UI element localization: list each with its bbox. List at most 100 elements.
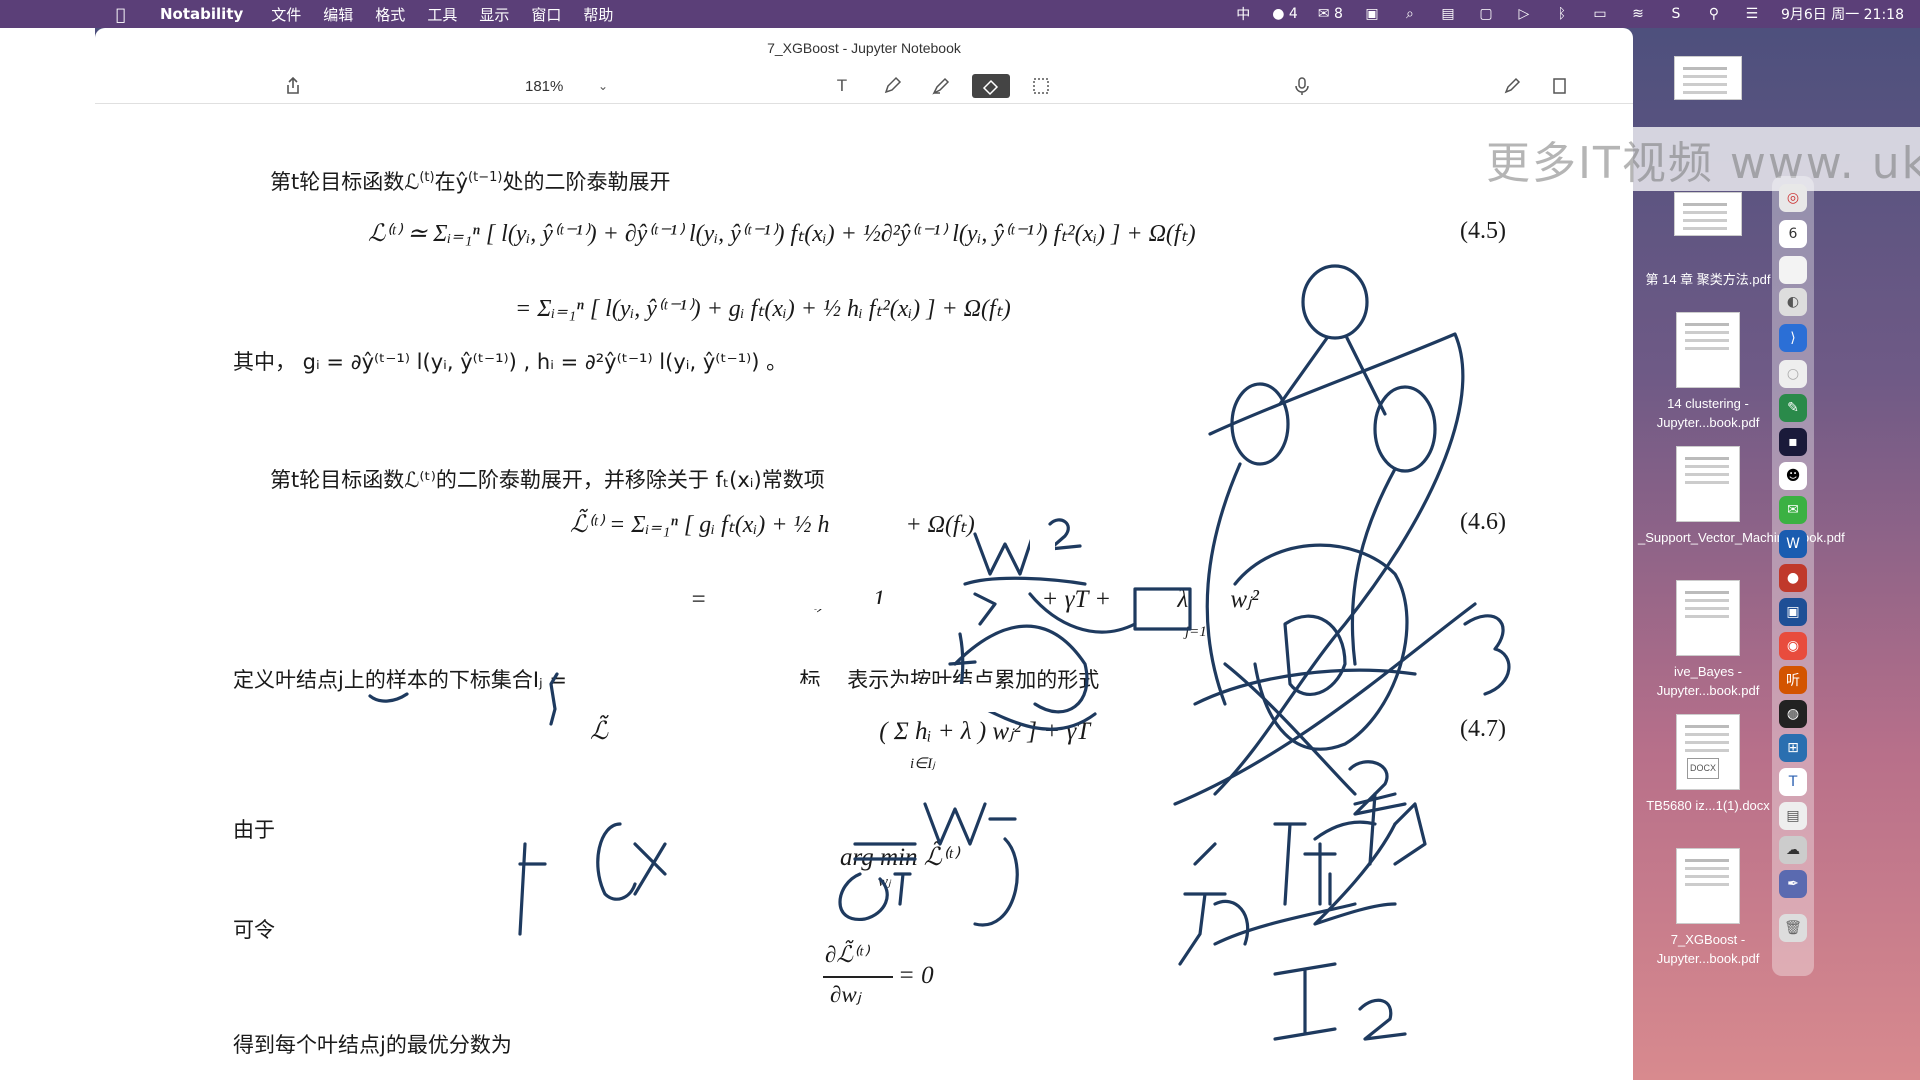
spotlight-icon[interactable]: ⚲	[1705, 6, 1723, 22]
file-thumbnail	[1674, 192, 1742, 236]
share-icon[interactable]	[281, 74, 305, 98]
microphone-icon[interactable]	[1290, 74, 1314, 98]
desktop-file-8[interactable]: 7_XGBoost - Jupyter...book.pdf	[1638, 848, 1778, 968]
preview-icon[interactable]: ▤	[1779, 802, 1807, 830]
chrome-icon[interactable]: ◎	[1779, 184, 1807, 212]
app-circle-icon[interactable]: ○	[1779, 360, 1807, 388]
where-line: 其中， gᵢ = ∂ŷ⁽ᵗ⁻¹⁾ l(yᵢ, ŷ⁽ᵗ⁻¹⁾) , hᵢ = ∂²…	[233, 350, 788, 374]
desktop-file-7[interactable]: DOCX TB5680 iz...1(1).docx	[1638, 714, 1778, 815]
file-name: ive_Bayes - Jupyter...book.pdf	[1656, 664, 1760, 698]
qq-icon[interactable]: ☻	[1779, 462, 1807, 490]
definition-c: 标	[799, 668, 821, 692]
github-icon[interactable]: ◍	[1779, 700, 1807, 728]
desktop-file-3[interactable]: 第 14 章 聚类方法.pdf	[1638, 270, 1778, 289]
menu-bar:  Notability 文件 编辑 格式 工具 显示 窗口 帮助 中 ● 4 …	[0, 0, 1920, 28]
evernote-icon[interactable]: ✎	[1779, 394, 1807, 422]
file-thumbnail	[1674, 56, 1742, 100]
derivative-equals: = 0	[898, 962, 934, 989]
chevron-down-icon[interactable]: ⌄	[591, 74, 615, 98]
eraser-tool-icon[interactable]	[972, 74, 1010, 98]
desktop-file-5[interactable]: _Support_Vector_Machin...book.pdf	[1638, 446, 1845, 547]
menu-file[interactable]: 文件	[271, 4, 301, 25]
zoom-level[interactable]: 181%	[525, 74, 563, 98]
argmin-sub: wⱼ	[878, 874, 891, 890]
file-thumbnail	[1676, 580, 1740, 656]
word-icon[interactable]: W	[1779, 530, 1807, 558]
network-icon[interactable]: ⊞	[1779, 734, 1807, 762]
menu-app-name[interactable]: Notability	[160, 5, 243, 23]
trash-icon[interactable]: 🗑	[1779, 914, 1807, 942]
input-method-indicator[interactable]: 中	[1234, 4, 1252, 24]
wifi-icon[interactable]: ≋	[1629, 6, 1647, 22]
teams-icon[interactable]: ▣	[1779, 598, 1807, 626]
wechat-icon[interactable]: ✉ 8	[1318, 6, 1343, 22]
equation-4-6-line2: = xᵢ) 1 + γT + λ wⱼ²	[690, 584, 1259, 614]
taylor-heading-a: 第t轮目标函数ℒ	[270, 170, 420, 194]
menu-edit[interactable]: 编辑	[323, 4, 353, 25]
battery-icon[interactable]: ▭	[1591, 6, 1609, 22]
equation-4-6-tail: + Ω(fₜ)	[905, 512, 975, 538]
listen-app-icon[interactable]: 听	[1779, 666, 1807, 694]
vscode-icon[interactable]: ⟩	[1779, 324, 1807, 352]
apple-icon[interactable]: 	[116, 5, 146, 24]
thumb-lines	[1685, 323, 1729, 326]
file-thumbnail	[1676, 312, 1740, 388]
fraction-bar	[823, 976, 893, 978]
definition-b: j}	[713, 668, 733, 692]
cloud-icon[interactable]: ☁	[1779, 836, 1807, 864]
taylor-heading: 第t轮目标函数ℒ(t)在ŷ(t−1)处的二阶泰勒展开	[270, 166, 670, 196]
equation-4-6-body: ℒ̃⁽ᵗ⁾ = Σᵢ₌₁ⁿ [ gᵢ fₜ(xᵢ) + ½ h	[570, 512, 830, 538]
dock: ◎ 6 ◐ ⟩ ○ ✎ ▪ ☻ ✉ W ● ▣ ◉ 听 ◍ ⊞ T ▤ ☁ ✒ …	[1772, 176, 1814, 976]
control-center-icon[interactable]: ☰	[1743, 6, 1761, 22]
thumb-lines	[1685, 591, 1729, 594]
definition-a: 定义叶结点j上的样本的下标集合Iⱼ =	[233, 668, 567, 692]
menu-help[interactable]: 帮助	[583, 4, 613, 25]
eq46b-b: xᵢ)	[803, 586, 827, 613]
notes-icon[interactable]	[1779, 256, 1807, 284]
play-icon[interactable]: ▷	[1515, 6, 1533, 22]
menu-window[interactable]: 窗口	[531, 4, 561, 25]
lasso-tool-icon[interactable]	[1029, 74, 1053, 98]
bluetooth-icon[interactable]: ᛒ	[1553, 6, 1571, 22]
definition-line: 定义叶结点j上的样本的下标集合Iⱼ = j} 标 表示为按叶结点累加的形式	[233, 664, 1099, 694]
file-thumbnail	[1676, 446, 1740, 522]
calendar-icon[interactable]: 6	[1779, 220, 1807, 248]
window-icon[interactable]: ▢	[1477, 6, 1495, 22]
pages-icon[interactable]	[1547, 74, 1571, 98]
app-s-icon[interactable]: S	[1667, 6, 1685, 22]
taylor-heading-c: 处的二阶泰勒展开	[502, 170, 671, 194]
pen-app-icon[interactable]: ✒	[1779, 870, 1807, 898]
netease-music-icon[interactable]: ◉	[1779, 632, 1807, 660]
edit-pencil-icon[interactable]	[1500, 74, 1524, 98]
wechat-dock-icon[interactable]: ✉	[1779, 496, 1807, 524]
menu-view[interactable]: 显示	[479, 4, 509, 25]
drive-icon[interactable]: ▤	[1439, 6, 1457, 22]
typora-icon[interactable]: T	[1779, 768, 1807, 796]
derivative-denominator: ∂wⱼ	[830, 982, 861, 1007]
menu-tools[interactable]: 工具	[427, 4, 457, 25]
search-lens-icon[interactable]: ⌕	[1401, 6, 1419, 22]
desktop-file-4[interactable]: 14 clustering - Jupyter...book.pdf	[1638, 312, 1778, 432]
text-tool-icon[interactable]: T	[830, 74, 854, 98]
because-label: 由于	[233, 818, 275, 842]
desktop-file-1[interactable]	[1638, 56, 1778, 106]
eq47-a: ℒ̃	[590, 718, 609, 745]
pen-tool-icon[interactable]	[880, 74, 904, 98]
desktop-file-6[interactable]: ive_Bayes - Jupyter...book.pdf	[1638, 580, 1778, 700]
file-name: 第 14 章 聚类方法.pdf	[1645, 272, 1771, 287]
app-m-icon[interactable]: ▣	[1363, 6, 1381, 22]
desktop-edge	[0, 28, 95, 1080]
taylor-heading-sup: (t)	[419, 170, 435, 185]
highlighter-tool-icon[interactable]	[929, 74, 953, 98]
pdf-expert-icon[interactable]: ●	[1779, 564, 1807, 592]
disk-utility-icon[interactable]: ◐	[1779, 288, 1807, 316]
file-name: 7_XGBoost - Jupyter...book.pdf	[1656, 932, 1760, 966]
menu-format[interactable]: 格式	[375, 4, 405, 25]
note-document[interactable]: 第t轮目标函数ℒ(t)在ŷ(t−1)处的二阶泰勒展开 ℒ⁽ᵗ⁾ ≃ Σᵢ₌₁ⁿ …	[95, 104, 1633, 1080]
file-name: TB5680 iz...1(1).docx	[1646, 798, 1770, 813]
desktop-file-2[interactable]	[1638, 192, 1778, 242]
taylor-heading-2: 第t轮目标函数ℒ⁽ᵗ⁾的二阶泰勒展开，并移除关于 fₜ(xᵢ)常数项	[270, 468, 825, 492]
status-badge-a[interactable]: ● 4	[1272, 6, 1298, 22]
terminal-icon[interactable]: ▪	[1779, 428, 1807, 456]
clock[interactable]: 9月6日 周一 21:18	[1781, 4, 1904, 24]
